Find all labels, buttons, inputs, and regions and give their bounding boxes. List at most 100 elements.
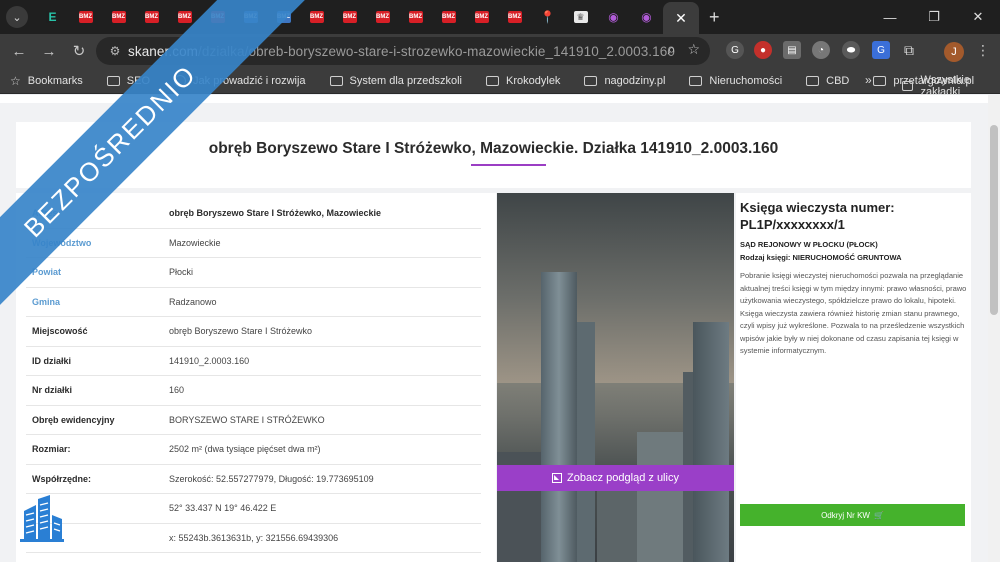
photo-building	[637, 432, 683, 562]
browser-tab[interactable]: BMZ	[69, 3, 102, 31]
active-tab[interactable]: ✕	[663, 2, 699, 34]
row-value: 2502 m² (dwa tysiące pięćset dwa m²)	[169, 444, 321, 455]
extension-page-icon[interactable]: ▤	[783, 41, 801, 59]
browser-toolbar: ← → ↻ ⚙ skaner.com/dzialka/obreb-borysze…	[0, 34, 1000, 68]
folder-icon	[806, 75, 820, 86]
tab-search-button[interactable]: ⌄	[6, 6, 28, 28]
reveal-kw-button[interactable]: Odkryj Nr KW 🛒	[740, 504, 965, 526]
zoom-search-icon[interactable]: ⌕	[668, 41, 676, 58]
city-photo[interactable]: Zobacz podgląd z ulicy	[497, 193, 734, 562]
browser-tab[interactable]: BMZ	[300, 3, 333, 31]
land-register-panel: Księga wieczysta numer: PL1P/xxxxxxxx/1 …	[736, 193, 971, 562]
street-view-label: Zobacz podgląd z ulicy	[567, 472, 679, 484]
browser-tab[interactable]: BMZ	[102, 3, 135, 31]
row-key: Obręb ewidencyjny	[32, 414, 115, 425]
profile-avatar[interactable]: J	[944, 42, 964, 62]
url-text[interactable]: skaner.com/dzialka/obreb-boryszewo-stare…	[128, 44, 675, 59]
street-view-button[interactable]: Zobacz podgląd z ulicy	[497, 465, 734, 491]
new-tab-button[interactable]: +	[709, 7, 720, 28]
building-logo-icon	[20, 495, 64, 542]
folder-icon	[329, 75, 343, 86]
bmz-favicon-icon: BMZ	[375, 11, 390, 23]
browser-tab[interactable]: ◉	[597, 3, 630, 31]
window-close-icon[interactable]: ✕	[956, 9, 1000, 25]
window-controls: — ❐ ✕	[868, 0, 1000, 34]
browser-tab[interactable]: BMZ	[267, 3, 300, 31]
chevron-down-icon: ⌄	[12, 11, 22, 24]
extension-pill-icon[interactable]: ⬬	[842, 41, 860, 59]
table-row: Nr działki 160	[26, 376, 481, 406]
photo-building	[597, 482, 641, 562]
bmz-favicon-icon: BMZ	[342, 11, 357, 23]
bmz-favicon-icon: BMZ	[507, 11, 522, 23]
title-underline	[471, 164, 546, 166]
close-icon[interactable]: ✕	[675, 10, 687, 27]
row-value: 160	[169, 385, 185, 396]
back-icon[interactable]: ←	[4, 43, 34, 60]
browser-tab[interactable]: BMZ	[498, 3, 531, 31]
star-icon: ☆	[10, 73, 21, 88]
browser-tab[interactable]: BMZ	[333, 3, 366, 31]
browser-tab[interactable]: BMZ	[366, 3, 399, 31]
address-bar[interactable]: ⚙ skaner.com/dzialka/obreb-boryszewo-sta…	[96, 37, 710, 65]
extension-gauge-icon[interactable]: ◔	[812, 41, 830, 59]
browser-tab[interactable]: BMZ	[399, 3, 432, 31]
podcast-favicon-icon: ◉	[608, 10, 619, 24]
bookmark-item[interactable]: Nieruchomości	[689, 75, 782, 87]
folder-icon	[106, 75, 120, 86]
extension-g-icon[interactable]: G	[726, 41, 744, 59]
browser-tab[interactable]: BMZ	[135, 3, 168, 31]
podcast-favicon-icon: ◉	[641, 10, 652, 24]
photo-building	[693, 322, 729, 562]
bookmark-item[interactable]: System dla przedszkoli	[329, 75, 462, 87]
row-key: Rozmiar:	[32, 444, 71, 455]
kw-heading: Księga wieczysta numer: PL1P/xxxxxxxx/1	[740, 200, 895, 232]
minimize-icon[interactable]: —	[868, 10, 912, 25]
bookmark-item[interactable]: Krokodylek	[486, 75, 560, 87]
browser-tab[interactable]: ◉	[630, 3, 663, 31]
cart-icon: 🛒	[873, 510, 884, 520]
bookmarks-list: ☆ Bookmarks SEO Jak prowadzić i rozwija Syst…	[0, 74, 988, 88]
browser-tab[interactable]: 📍	[531, 3, 564, 31]
extension-red-icon[interactable]: ●	[754, 41, 772, 59]
plot-details-table: Adres obręb Boryszewo Stare I Stróżewko, …	[16, 193, 496, 562]
bookmark-item[interactable]: nagodziny.pl	[584, 75, 665, 87]
extensions-puzzle-icon[interactable]: ⧉	[900, 41, 918, 59]
bookmark-item[interactable]: ☆ Bookmarks	[10, 74, 83, 88]
page-scrollbar[interactable]	[988, 95, 1000, 562]
bookmark-label: Krokodylek	[506, 74, 561, 87]
title-card: obręb Boryszewo Stare I Stróżewko, Mazow…	[16, 122, 971, 188]
bookmark-star-icon[interactable]: ☆	[687, 41, 700, 58]
browser-tab[interactable]: BMZ	[465, 3, 498, 31]
bmz-favicon-icon: BMZ	[408, 11, 423, 23]
row-value: 141910_2.0003.160	[169, 355, 250, 366]
menu-kebab-icon[interactable]: ⋮	[976, 42, 990, 59]
bmz-favicon-icon: BMZ	[210, 11, 225, 23]
browser-tab[interactable]: BMZ	[201, 3, 234, 31]
reload-icon[interactable]: ↻	[64, 42, 94, 60]
extension-translate-icon[interactable]: G	[872, 41, 890, 59]
site-info-icon[interactable]: ⚙	[102, 44, 128, 58]
bookmark-item[interactable]: CBD	[806, 75, 849, 87]
browser-tab[interactable]: BMZ	[432, 3, 465, 31]
folder-icon	[486, 75, 500, 86]
scrollbar-thumb[interactable]	[990, 125, 998, 315]
browser-tab[interactable]: E	[36, 3, 69, 31]
blue-favicon-icon: BMZ	[243, 11, 258, 23]
street-view-icon	[552, 473, 563, 483]
bookmark-label: Bookmarks	[27, 74, 83, 87]
row-value: BORYSZEWO STARE I STRÓŻEWKO	[169, 414, 325, 425]
browser-tab[interactable]: BMZ	[168, 3, 201, 31]
bookmark-item[interactable]: Jak prowadzić i rozwija	[174, 74, 306, 87]
bmz-favicon-icon: BMZ	[309, 11, 324, 23]
bookmark-item[interactable]: SEO	[106, 75, 150, 87]
forward-icon[interactable]: →	[34, 43, 64, 60]
browser-tab[interactable]: ♛	[564, 3, 597, 31]
bookmarks-overflow-icon[interactable]: »	[865, 73, 872, 87]
eagle-favicon-icon: ♛	[573, 11, 588, 23]
bmz-favicon-icon: BMZ	[111, 11, 126, 23]
browser-tab[interactable]: BMZ	[234, 3, 267, 31]
row-value: Płocki	[169, 267, 194, 278]
table-row: Miejscowość obręb Boryszewo Stare I Stróż…	[26, 317, 481, 347]
restore-icon[interactable]: ❐	[912, 9, 956, 25]
